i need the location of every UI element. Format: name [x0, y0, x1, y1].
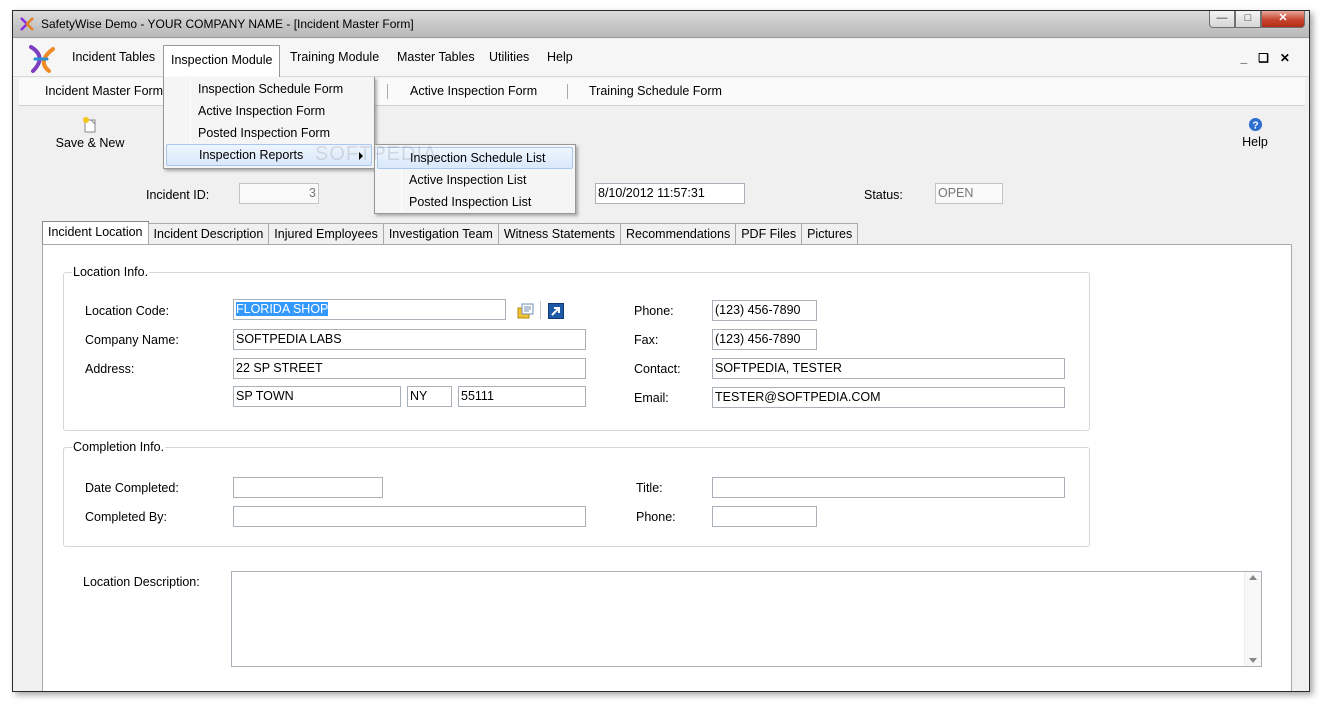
doc-tab-incident-master[interactable]: Incident Master Form [45, 84, 163, 98]
logo-icon [29, 45, 55, 73]
menu-incident-tables[interactable]: Incident Tables [65, 47, 162, 71]
email-label: Email: [634, 391, 669, 405]
tab-recommendations[interactable]: Recommendations [619, 223, 737, 245]
company-name-label: Company Name: [85, 333, 179, 347]
menu-posted-inspection-form[interactable]: Posted Inspection Form [166, 122, 372, 144]
completion-title-field[interactable] [712, 477, 1065, 498]
title-bar: SafetyWise Demo - YOUR COMPANY NAME - [I… [13, 11, 1309, 38]
app-icon [20, 17, 34, 31]
status-label: Status: [864, 188, 903, 202]
svg-text:?: ? [1252, 120, 1258, 131]
scroll-up-icon[interactable] [1249, 575, 1257, 580]
location-code-label: Location Code: [85, 304, 170, 318]
help-label: Help [1242, 135, 1268, 149]
status-field[interactable]: OPEN [935, 183, 1003, 204]
date-completed-field[interactable] [233, 477, 383, 498]
doc-tab-training-schedule[interactable]: Training Schedule Form [589, 84, 722, 98]
inspection-reports-label: Inspection Reports [199, 148, 304, 162]
zip-field[interactable]: 55111 [458, 386, 586, 407]
app-window: SafetyWise Demo - YOUR COMPANY NAME - [I… [12, 10, 1310, 692]
location-info-title: Location Info. [72, 265, 150, 279]
incident-id-label: Incident ID: [146, 188, 210, 202]
contact-label: Contact: [634, 362, 681, 376]
address-label: Address: [85, 362, 135, 376]
state-field[interactable]: NY [407, 386, 452, 407]
help-icon: ? [1248, 117, 1262, 131]
watermark: SOFTPEDIA [315, 143, 438, 165]
window-title: SafetyWise Demo - YOUR COMPANY NAME - [I… [41, 17, 414, 31]
save-new-button[interactable]: Save & New [53, 117, 127, 150]
menu-master-tables[interactable]: Master Tables [390, 47, 482, 71]
tab-investigation-team[interactable]: Investigation Team [382, 223, 499, 245]
save-new-label: Save & New [55, 136, 125, 150]
tab-injured-employees[interactable]: Injured Employees [268, 223, 384, 245]
menu-bar: Incident Tables Inspection Module Traini… [13, 39, 1309, 77]
tab-pictures[interactable]: Pictures [801, 223, 859, 245]
toolbar-divider [540, 301, 541, 319]
fax-label: Fax: [634, 333, 659, 347]
location-description-field[interactable] [231, 571, 1262, 667]
menu-active-inspection-form[interactable]: Active Inspection Form [166, 100, 372, 122]
maximize-button[interactable]: □ [1235, 11, 1261, 28]
tab-incident-location[interactable]: Incident Location [42, 221, 149, 245]
incident-location-panel: Location Info. Location Code: FLORIDA SH… [42, 244, 1292, 691]
doc-tab-active-inspection[interactable]: Active Inspection Form [410, 84, 537, 98]
menu-inspection-schedule-form[interactable]: Inspection Schedule Form [166, 78, 372, 100]
scroll-down-icon[interactable] [1249, 658, 1257, 663]
location-code-value: FLORIDA SHOP [236, 302, 329, 316]
completed-by-field[interactable] [233, 506, 586, 527]
location-description-label: Location Description: [83, 575, 200, 589]
menu-active-inspection-list[interactable]: Active Inspection List [377, 169, 573, 191]
lookup-icon[interactable] [517, 303, 534, 319]
contact-field[interactable]: SOFTPEDIA, TESTER [712, 358, 1065, 379]
completion-info-title: Completion Info. [72, 440, 166, 454]
minimize-button[interactable]: — [1209, 11, 1235, 28]
email-field[interactable]: TESTER@SOFTPEDIA.COM [712, 387, 1065, 408]
completion-phone-label: Phone: [636, 510, 676, 524]
tab-incident-description[interactable]: Incident Description [147, 223, 270, 245]
menu-inspection-module[interactable]: Inspection Module [163, 45, 281, 77]
date-completed-label: Date Completed: [85, 481, 179, 495]
incident-datetime-field[interactable]: 8/10/2012 11:57:31 [595, 183, 745, 204]
description-scrollbar[interactable] [1244, 572, 1261, 666]
menu-posted-inspection-list[interactable]: Posted Inspection List [377, 191, 573, 213]
incident-id-field[interactable]: 3 [239, 183, 319, 204]
open-record-icon[interactable] [548, 303, 564, 319]
doc-tab-divider [567, 84, 568, 99]
close-button[interactable]: ✕ [1261, 11, 1305, 28]
menu-training-module[interactable]: Training Module [283, 47, 386, 71]
form-tabs: Incident Location Incident Description I… [42, 221, 859, 245]
new-document-icon [83, 117, 96, 133]
tab-pdf-files[interactable]: PDF Files [735, 223, 803, 245]
fax-field[interactable]: (123) 456-7890 [712, 329, 817, 350]
completion-phone-field[interactable] [712, 506, 817, 527]
completion-title-label: Title: [636, 481, 663, 495]
location-code-field[interactable]: FLORIDA SHOP [233, 299, 506, 320]
company-name-field[interactable]: SOFTPEDIA LABS [233, 329, 586, 350]
menu-utilities[interactable]: Utilities [482, 47, 536, 71]
help-button[interactable]: ? Help [1235, 117, 1275, 149]
phone-label: Phone: [634, 304, 674, 318]
address-field[interactable]: 22 SP STREET [233, 358, 586, 379]
tab-witness-statements[interactable]: Witness Statements [497, 223, 621, 245]
city-field[interactable]: SP TOWN [233, 386, 401, 407]
phone-field[interactable]: (123) 456-7890 [712, 300, 817, 321]
menu-help[interactable]: Help [540, 47, 580, 71]
mdi-window-controls[interactable]: _❏✕ [1241, 51, 1302, 65]
completed-by-label: Completed By: [85, 510, 167, 524]
doc-tab-divider [387, 84, 388, 99]
window-controls: — □ ✕ [1209, 11, 1305, 28]
